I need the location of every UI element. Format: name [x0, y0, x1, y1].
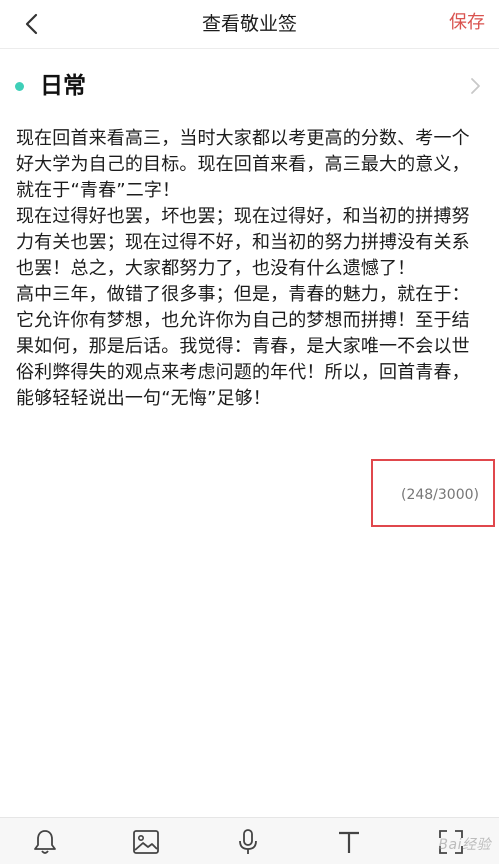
annotation-highlight-box [371, 459, 495, 527]
save-button[interactable]: 保存 [449, 0, 485, 48]
note-paragraph: 高中三年，做错了很多事；但是，青春的魅力，就在于：它允许你有梦想，也允许你为自己… [16, 284, 470, 409]
text-format-button[interactable] [333, 826, 365, 858]
note-paragraph: 现在过得好也罢，坏也罢；现在过得好，和当初的拼搏努力有关也罢；现在过得不好，和当… [16, 206, 470, 279]
category-label: 日常 [40, 73, 86, 99]
image-icon [133, 830, 159, 854]
category-selector[interactable]: 日常 [0, 60, 499, 112]
note-text-area[interactable]: 现在回首来看高三，当时大家都以考更高的分数、考一个好大学为自己的目标。现在回首来… [16, 126, 476, 412]
page-title: 查看敬业签 [201, 13, 297, 35]
bottom-toolbar: Bai经验 [0, 817, 499, 864]
insert-image-button[interactable] [130, 826, 162, 858]
bell-icon [34, 830, 56, 854]
chevron-right-icon [471, 78, 480, 94]
note-paragraph: 现在回首来看高三，当时大家都以考更高的分数、考一个好大学为自己的目标。现在回首来… [16, 128, 470, 201]
category-color-dot [15, 82, 24, 91]
text-format-icon [339, 831, 359, 853]
reminder-button[interactable] [29, 826, 61, 858]
voice-input-button[interactable] [232, 826, 264, 858]
watermark: Bai经验 [438, 837, 491, 853]
navigation-bar: 查看敬业签 保存 [0, 0, 499, 49]
microphone-icon [239, 829, 257, 854]
